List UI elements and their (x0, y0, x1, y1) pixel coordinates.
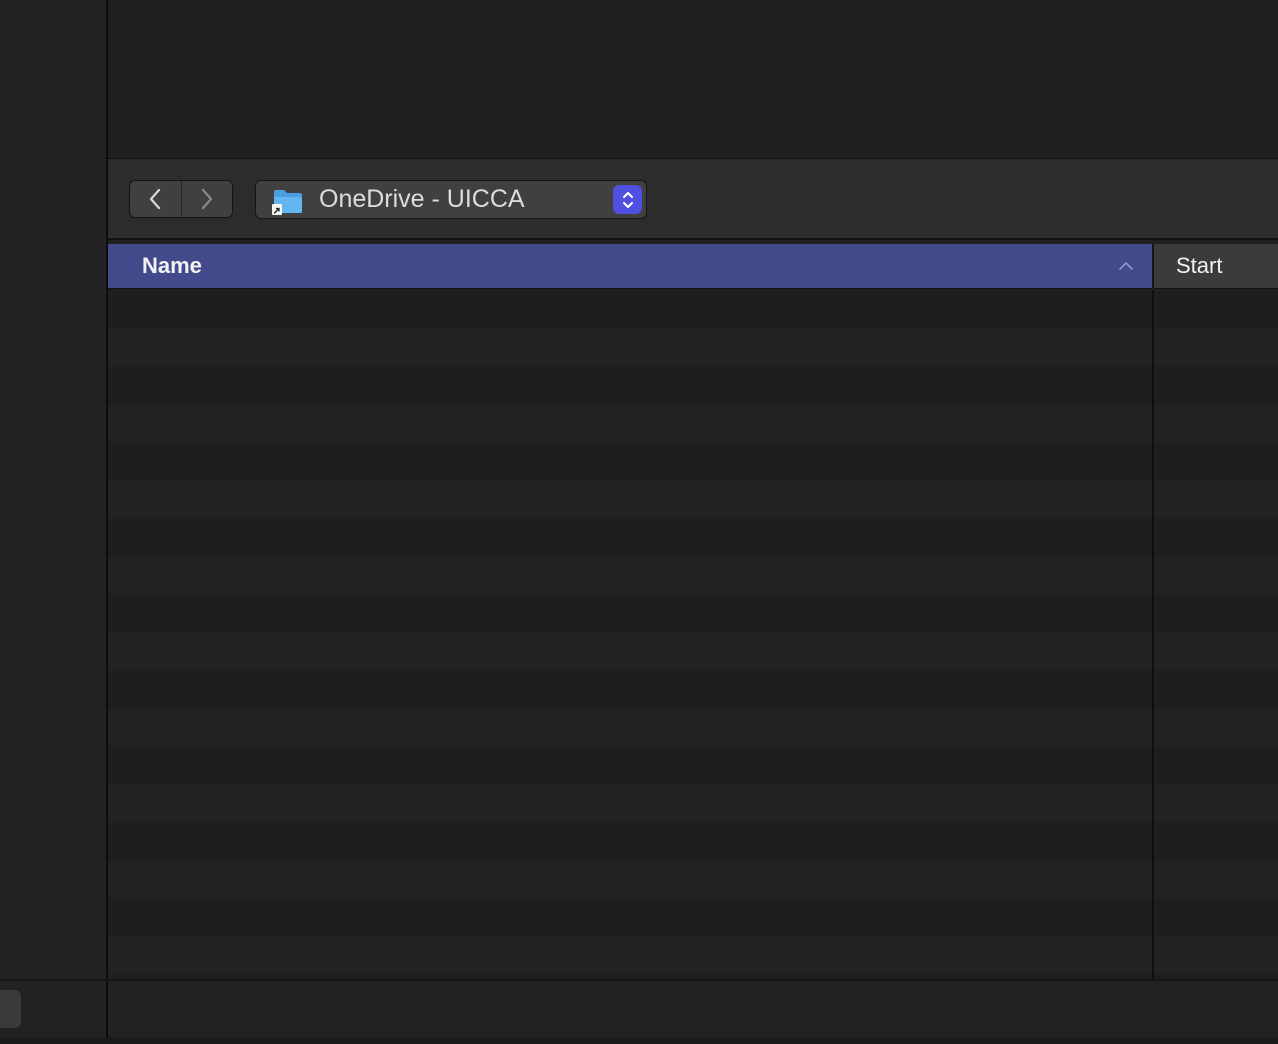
column-header-name[interactable]: Name (108, 244, 1152, 289)
back-button[interactable] (130, 181, 182, 217)
table-header: Name Start (108, 244, 1278, 289)
forward-button[interactable] (182, 181, 233, 217)
chevron-left-icon (150, 188, 161, 210)
location-popup[interactable]: OneDrive - UICCA (255, 180, 647, 219)
column-divider (1152, 290, 1154, 979)
popup-arrows[interactable] (613, 185, 642, 214)
navigation-buttons (129, 180, 233, 218)
window-bottom-edge (0, 1038, 1278, 1044)
preview-area (108, 0, 1278, 158)
sidebar-bottom-button[interactable] (0, 990, 21, 1028)
chevron-right-icon (201, 188, 212, 210)
toolbar: OneDrive - UICCA (108, 158, 1278, 240)
column-header-label: Start (1176, 253, 1223, 278)
location-label: OneDrive - UICCA (319, 185, 525, 213)
file-list[interactable] (108, 290, 1278, 979)
sidebar (0, 0, 106, 1044)
folder-alias-icon (272, 190, 302, 215)
up-down-chevron-icon (622, 191, 633, 208)
column-header-start[interactable]: Start (1154, 244, 1278, 289)
dialog-footer (108, 981, 1278, 1038)
sort-ascending-icon (1119, 262, 1133, 270)
column-header-label: Name (142, 253, 202, 278)
file-open-dialog: OneDrive - UICCA Name Start (0, 0, 1278, 1044)
